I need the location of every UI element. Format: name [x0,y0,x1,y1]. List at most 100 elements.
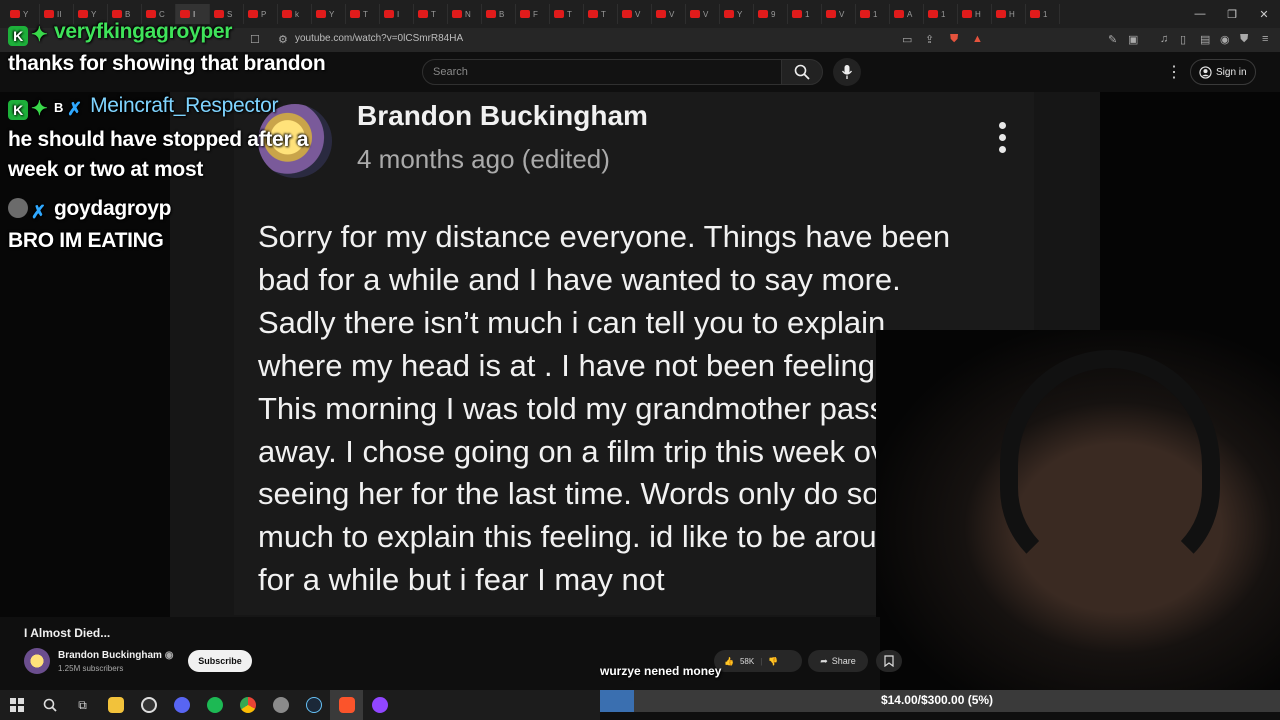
windows-start-icon[interactable] [0,690,33,720]
tab-label: Y [91,9,97,19]
browser-tab[interactable]: F [516,4,550,24]
tab-label: II [57,9,62,19]
sword-badge-icon: ✗ [31,202,46,222]
donation-goal-text: $14.00/$300.00 (5%) [880,693,994,707]
profile-icon[interactable]: ◉ [1220,33,1230,46]
tab-label: P [261,9,267,19]
browser-tab[interactable]: A [890,4,924,24]
tab-favicon-icon [996,10,1006,18]
vpn-icon[interactable]: ⛊ [1240,33,1248,46]
rewards-icon[interactable]: ▲ [972,33,983,45]
voice-search-button[interactable] [833,58,861,86]
chatterino-icon[interactable] [363,690,396,720]
media-icon[interactable]: ♫ [1160,33,1168,45]
taskbar-search-icon[interactable] [33,690,66,720]
chat-username: Meincraft_Respector [90,94,279,117]
tab-label: B [125,9,131,19]
browser-tab[interactable]: V [822,4,856,24]
obs-icon[interactable] [132,690,165,720]
tab-label: H [1009,9,1015,19]
tab-label: A [907,9,913,19]
settings-menu-icon[interactable]: ⋮ [1166,62,1182,82]
sign-in-button[interactable]: Sign in [1190,59,1256,85]
browser-tab[interactable]: 1 [924,4,958,24]
wallet-icon[interactable]: ▤ [1200,33,1210,46]
window-controls: — ❐ ✕ [1184,0,1280,28]
share-button[interactable]: ➦ Share [808,650,868,672]
url-field[interactable]: youtube.com/watch?v=0lCSmrR84HA [295,33,463,44]
tab-label: B [499,9,505,19]
subscribe-button[interactable]: Subscribe [188,650,252,672]
extensions-icon[interactable]: ✎ [1108,33,1117,46]
channel-avatar[interactable] [24,648,50,674]
verified-icon: ◉ [164,650,174,661]
browser-tab[interactable]: V [686,4,720,24]
comment-line: Sorry for my distance everyone. Things h… [258,219,951,254]
browser-tab[interactable]: T [346,4,380,24]
browser-tab[interactable]: 1 [856,4,890,24]
tab-favicon-icon [588,10,598,18]
search-button[interactable] [781,59,823,85]
site-info-icon[interactable]: ⚙ [278,33,288,46]
browser-tab[interactable]: I [380,4,414,24]
browser-tab[interactable]: k [278,4,312,24]
tab-favicon-icon [112,10,122,18]
browser-tab[interactable]: B [482,4,516,24]
brave-icon[interactable] [330,690,363,720]
brave-shield-icon[interactable]: ⛊ [950,33,958,46]
spotify-icon[interactable] [198,690,231,720]
chat-username-row: ✗ goydagroyp [8,197,171,222]
chrome-icon[interactable] [231,690,264,720]
search-input[interactable]: Search [422,59,782,85]
maximize-button[interactable]: ❐ [1216,0,1248,28]
browser-tab[interactable]: Y [720,4,754,24]
discord-icon[interactable] [165,690,198,720]
browser-tab[interactable]: V [652,4,686,24]
tab-favicon-icon [384,10,394,18]
browser-tab[interactable]: 9 [754,4,788,24]
tab-label: 1 [873,9,878,19]
browser-tab[interactable]: V [618,4,652,24]
tab-label: 1 [1043,9,1048,19]
tab-label: V [635,9,641,19]
install-icon[interactable]: ▭ [902,33,912,46]
bookmark-icon[interactable]: ☐ [250,33,260,46]
browser-tab[interactable]: 1 [788,4,822,24]
browser-tab[interactable]: H [992,4,1026,24]
browser-tab[interactable]: H [958,4,992,24]
tab-favicon-icon [214,10,224,18]
channel-name[interactable]: Brandon Buckingham ◉ [58,650,173,661]
tab-label: Y [329,9,335,19]
browser-tab[interactable]: T [414,4,448,24]
tab-label: 1 [805,9,810,19]
steam-icon[interactable] [297,690,330,720]
thumbs-down-icon[interactable]: 👎 [768,657,778,666]
taskbar: ⧉ [0,690,600,720]
sign-in-label: Sign in [1216,66,1247,78]
chat-message: he should have stopped after a week or t… [8,128,309,181]
sidebar-icon[interactable]: ▯ [1180,33,1186,46]
task-view-icon[interactable]: ⧉ [66,690,99,720]
browser-tab[interactable]: 1 [1026,4,1060,24]
share-page-icon[interactable]: ⇪ [925,33,934,46]
browser-tab[interactable]: T [550,4,584,24]
tab-favicon-icon [316,10,326,18]
headphones-image [1000,350,1220,580]
app-icon[interactable] [264,690,297,720]
close-window-button[interactable]: ✕ [1248,0,1280,28]
file-explorer-icon[interactable] [99,690,132,720]
browser-tab[interactable]: P [244,4,278,24]
browser-tab[interactable]: Y [312,4,346,24]
tab-favicon-icon [622,10,632,18]
tab-label: k [295,9,299,19]
browser-menu-icon[interactable]: ≡ [1262,33,1268,45]
tab-favicon-icon [554,10,564,18]
account-icon [1199,65,1212,79]
downloads-icon[interactable]: ▣ [1128,33,1138,46]
sword-badge-icon: ✗ [67,99,82,119]
like-button[interactable]: 👍 58K | 👎 [714,650,802,672]
minimize-button[interactable]: — [1184,0,1216,28]
browser-tab[interactable]: T [584,4,618,24]
save-button[interactable] [876,650,902,672]
browser-tab[interactable]: N [448,4,482,24]
